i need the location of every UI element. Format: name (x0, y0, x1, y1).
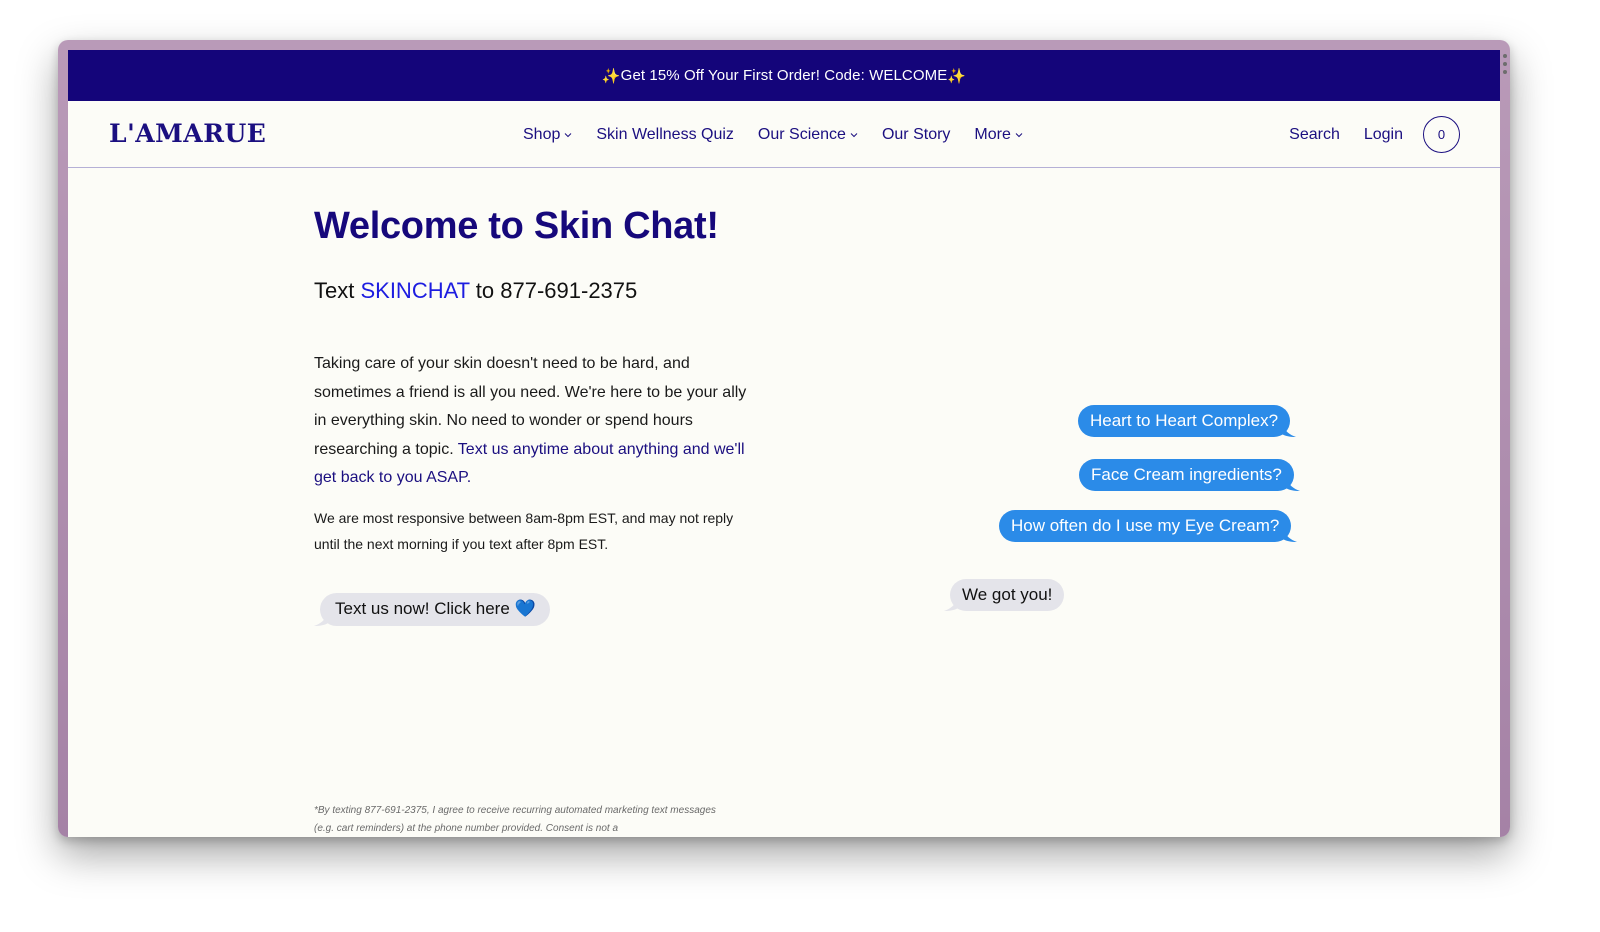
bubble-text: Heart to Heart Complex? (1090, 411, 1279, 430)
nav-menu: Shop Skin Wellness Quiz Our Science Our … (523, 101, 1047, 168)
sparkle-icon-left: ✨ (601, 67, 621, 85)
chat-bubble-outgoing: Heart to Heart Complex? (1078, 405, 1297, 437)
header-tools: Search Login 0 (1265, 101, 1460, 168)
nav-item-our-science[interactable]: Our Science (758, 126, 858, 144)
brand-logo[interactable]: L'AMARUE (109, 119, 266, 148)
hours-note: We are most responsive between 8am-8pm E… (314, 509, 734, 552)
promo-text: Get 15% Off Your First Order! Code: WELC… (620, 67, 948, 84)
subtitle-suffix: to 877-691-2375 (469, 278, 638, 303)
page-viewport: ✨ Get 15% Off Your First Order! Code: WE… (68, 50, 1500, 837)
window-more-dots[interactable] (1502, 54, 1508, 74)
cta-label: Text us now! Click here (335, 598, 515, 618)
page-title: Welcome to Skin Chat! (314, 205, 719, 247)
browser-window-frame: ✨ Get 15% Off Your First Order! Code: WE… (58, 40, 1510, 837)
bubble-tail (1285, 477, 1300, 491)
chat-bubble-outgoing: Face Cream ingredients? (1079, 459, 1300, 491)
chevron-down-icon (1015, 132, 1023, 137)
bubble-tail (944, 597, 958, 611)
text-us-now-button[interactable]: Text us now! Click here 💙 (314, 592, 550, 626)
search-link[interactable]: Search (1289, 126, 1340, 144)
subtitle-prefix: Text (314, 278, 361, 303)
text-instruction: Text SKINCHAT to 877-691-2375 (314, 278, 794, 304)
sparkle-icon-right: ✨ (947, 67, 967, 85)
main-navigation: L'AMARUE Shop Skin Wellness Quiz Our Sci… (68, 101, 1500, 168)
nav-item-label: Our Story (881, 125, 951, 143)
cart-count: 0 (1437, 127, 1446, 142)
nav-item-skin-wellness-quiz[interactable]: Skin Wellness Quiz (596, 126, 734, 144)
intro-paragraph: Taking care of your skin doesn't need to… (314, 350, 754, 493)
bubble-tail (1283, 528, 1298, 542)
bubble-text: Face Cream ingredients? (1091, 465, 1282, 484)
promo-banner[interactable]: ✨ Get 15% Off Your First Order! Code: WE… (68, 50, 1500, 101)
subtitle-keyword: SKINCHAT (360, 278, 470, 303)
nav-item-our-story[interactable]: Our Story (882, 126, 950, 144)
nav-item-shop[interactable]: Shop (523, 126, 572, 144)
bubble-tail (314, 611, 328, 626)
bubble-tail (1282, 423, 1297, 437)
login-link[interactable]: Login (1364, 126, 1403, 144)
sms-disclaimer: *By texting 877-691-2375, I agree to rec… (314, 805, 716, 834)
chat-bubble-incoming: We got you! (944, 579, 1065, 611)
skin-chat-intro: Welcome to Skin Chat! Text SKINCHAT to 8… (314, 205, 794, 626)
nav-item-label: Our Science (757, 125, 846, 143)
chevron-down-icon (565, 132, 572, 137)
nav-item-label: Shop (523, 125, 561, 143)
chevron-down-icon (850, 132, 858, 137)
nav-item-label: Skin Wellness Quiz (596, 125, 734, 143)
cart-button[interactable]: 0 (1423, 116, 1460, 153)
bubble-text: We got you! (962, 585, 1053, 604)
bubble-text: How often do I use my Eye Cream? (1011, 516, 1280, 535)
blue-heart-icon: 💙 (514, 598, 536, 618)
nav-item-label: More (974, 125, 1011, 143)
chat-bubble-outgoing: How often do I use my Eye Cream? (999, 510, 1298, 542)
nav-item-more[interactable]: More (974, 125, 1023, 144)
